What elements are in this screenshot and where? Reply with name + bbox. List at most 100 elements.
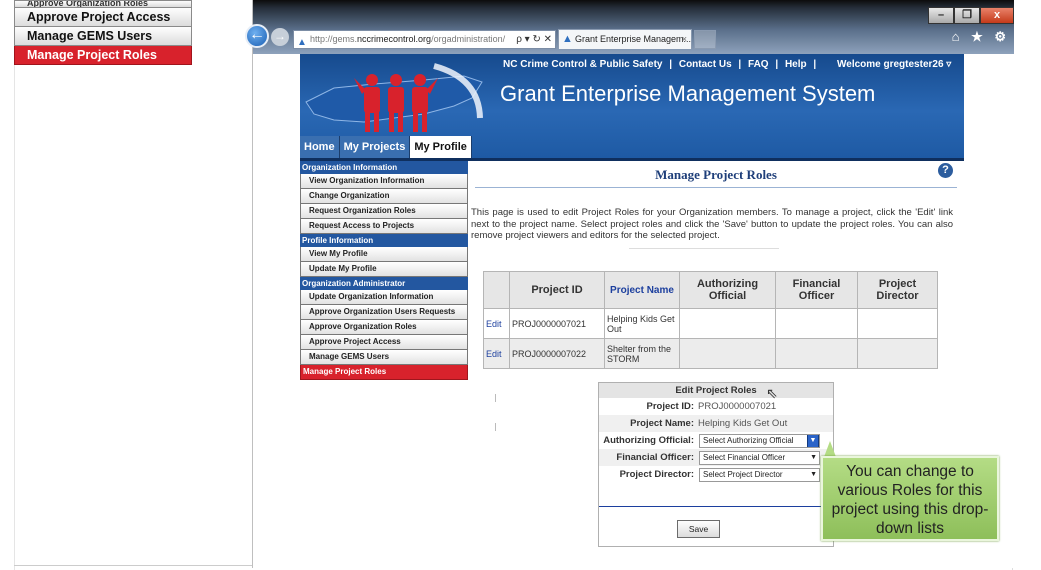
contact-us-link[interactable]: Contact Us bbox=[679, 59, 732, 70]
edit-cell: Edit bbox=[483, 308, 510, 339]
column-header-project-name[interactable]: Project Name bbox=[604, 271, 680, 309]
tab-favicon-icon: ▲ bbox=[562, 33, 573, 45]
chevron-down-icon[interactable]: ▼ bbox=[810, 469, 817, 481]
column-header-financial-officer: Financial Officer bbox=[775, 271, 858, 309]
divider-tick bbox=[495, 394, 496, 402]
divider-tick bbox=[495, 423, 496, 431]
project-name-cell: Helping Kids Get Out bbox=[604, 308, 680, 339]
project-director-select[interactable]: Select Project Director ▼ bbox=[699, 468, 820, 482]
mouse-cursor-icon: ⇖ bbox=[766, 385, 778, 401]
authorizing-official-cell bbox=[679, 338, 776, 369]
column-header-action bbox=[483, 271, 510, 309]
project-director-cell bbox=[857, 308, 938, 339]
top-links-separator: | bbox=[775, 59, 779, 70]
org-link[interactable]: NC Crime Control & Public Safety bbox=[503, 59, 662, 70]
top-links-separator: | bbox=[669, 59, 673, 70]
welcome-user-menu[interactable]: Welcome gregtester26 ▿ bbox=[837, 59, 951, 70]
url-domain: nccrimecontrol.org bbox=[357, 34, 432, 44]
top-links-separator: | bbox=[813, 59, 817, 70]
authorizing-official-select[interactable]: Select Authorizing Official ▼ bbox=[699, 434, 820, 448]
tab-title: Grant Enterprise Managem... bbox=[575, 34, 692, 44]
sidebar-item-update-profile[interactable]: Update My Profile bbox=[300, 262, 468, 277]
sidebar-heading-org-admin: Organization Administrator bbox=[300, 277, 468, 290]
address-bar[interactable]: ▲ http://gems.nccrimecontrol.org/orgadmi… bbox=[293, 30, 556, 49]
project-name-label: Project Name: bbox=[630, 418, 694, 429]
financial-officer-select[interactable]: Select Financial Officer ▼ bbox=[699, 451, 820, 465]
page-description: This page is used to edit Project Roles … bbox=[471, 207, 953, 241]
table-header-row: Project ID Project Name Authorizing Offi… bbox=[483, 271, 938, 309]
chevron-down-icon[interactable]: ▼ bbox=[807, 435, 819, 447]
top-links-separator: | bbox=[738, 59, 742, 70]
browser-tab[interactable]: ▲ Grant Enterprise Managem... × bbox=[558, 29, 692, 49]
sidebar-item-request-project-access[interactable]: Request Access to Projects bbox=[300, 219, 468, 234]
edit-panel-divider bbox=[599, 506, 835, 507]
project-roles-table: Project ID Project Name Authorizing Offi… bbox=[483, 271, 938, 369]
outer-left-border bbox=[14, 0, 15, 570]
sidebar-item-manage-project-roles[interactable]: Manage Project Roles bbox=[300, 365, 468, 380]
project-director-cell bbox=[857, 338, 938, 369]
site-title: Grant Enterprise Management System bbox=[500, 81, 876, 106]
sidebar-heading-profile-info: Profile Information bbox=[300, 234, 468, 247]
project-name-value: Helping Kids Get Out bbox=[698, 418, 788, 429]
forward-arrow-icon[interactable]: → bbox=[271, 28, 289, 46]
outer-menu-item-approve-org-roles[interactable]: Approve Organization Roles bbox=[14, 0, 192, 8]
toolbar-icons[interactable]: ⌂ ★ ⚙ bbox=[952, 29, 1010, 45]
project-name-cell: Shelter from the STORM bbox=[604, 338, 680, 369]
edit-project-roles-panel: Edit Project Roles Project ID: PROJ00000… bbox=[598, 382, 835, 547]
top-links: NC Crime Control & Public Safety | Conta… bbox=[503, 59, 958, 70]
edit-panel-title: Edit Project Roles bbox=[599, 383, 833, 398]
close-button[interactable]: x bbox=[980, 7, 1014, 24]
sidebar-item-approve-org-roles[interactable]: Approve Organization Roles bbox=[300, 320, 468, 335]
description-divider bbox=[629, 248, 779, 249]
faq-link[interactable]: FAQ bbox=[748, 59, 769, 70]
address-tools[interactable]: ρ ▾ ↻ ✕ bbox=[514, 31, 552, 48]
sidebar-item-view-profile[interactable]: View My Profile bbox=[300, 247, 468, 262]
outer-menu-item-manage-project-roles[interactable]: Manage Project Roles bbox=[14, 46, 192, 65]
url-prefix: http://gems. bbox=[310, 34, 358, 44]
sidebar-heading-org-info: Organization Information bbox=[300, 161, 468, 174]
edit-cell: Edit bbox=[483, 338, 510, 369]
outer-menu-item-manage-gems-users[interactable]: Manage GEMS Users bbox=[14, 27, 192, 46]
sidebar-item-manage-gems-users[interactable]: Manage GEMS Users bbox=[300, 350, 468, 365]
page-icon: ▲ bbox=[297, 37, 307, 48]
project-id-label: Project ID: bbox=[646, 401, 694, 412]
tab-close-icon[interactable]: × bbox=[682, 30, 687, 49]
project-director-label: Project Director: bbox=[619, 469, 694, 480]
chevron-down-icon[interactable]: ▼ bbox=[810, 452, 817, 464]
window-controls: – ❐ x bbox=[928, 7, 1014, 24]
authorizing-official-cell bbox=[679, 308, 776, 339]
sidebar-item-view-org-info[interactable]: View Organization Information bbox=[300, 174, 468, 189]
sidebar-item-update-org-info[interactable]: Update Organization Information bbox=[300, 290, 468, 305]
edit-link[interactable]: Edit bbox=[486, 349, 502, 359]
help-icon[interactable]: ? bbox=[938, 163, 953, 178]
column-header-project-director: Project Director bbox=[857, 271, 938, 309]
authorizing-official-label: Authorizing Official: bbox=[603, 435, 694, 446]
outer-admin-menu: Approve Organization Roles Approve Proje… bbox=[14, 0, 192, 65]
project-director-row: Project Director: Select Project Directo… bbox=[599, 466, 833, 483]
title-divider bbox=[475, 187, 957, 188]
tab-home[interactable]: Home bbox=[300, 136, 340, 158]
site-header: NC Crime Control & Public Safety | Conta… bbox=[300, 54, 964, 158]
financial-officer-cell bbox=[775, 308, 858, 339]
nc-map-logo-icon bbox=[305, 63, 483, 132]
outer-menu-item-approve-project-access[interactable]: Approve Project Access bbox=[14, 8, 192, 27]
tab-my-projects[interactable]: My Projects bbox=[339, 136, 411, 158]
project-name-row: Project Name: Helping Kids Get Out bbox=[599, 415, 833, 432]
edit-link[interactable]: Edit bbox=[486, 319, 502, 329]
sidebar-item-approve-user-requests[interactable]: Approve Organization Users Requests bbox=[300, 305, 468, 320]
column-header-project-id: Project ID bbox=[509, 271, 605, 309]
restore-button[interactable]: ❐ bbox=[954, 7, 980, 24]
project-id-cell: PROJ0000007021 bbox=[509, 308, 605, 339]
minimize-button[interactable]: – bbox=[928, 7, 954, 24]
sidebar-item-change-org[interactable]: Change Organization bbox=[300, 189, 468, 204]
tab-my-profile[interactable]: My Profile bbox=[410, 136, 472, 158]
new-tab-button[interactable] bbox=[694, 30, 716, 49]
financial-officer-row: Financial Officer: Select Financial Offi… bbox=[599, 449, 833, 466]
sidebar-item-request-org-roles[interactable]: Request Organization Roles bbox=[300, 204, 468, 219]
url-path: /orgadministration/ bbox=[431, 34, 506, 44]
save-button[interactable]: Save bbox=[677, 520, 720, 538]
back-arrow-icon[interactable]: ← bbox=[245, 24, 269, 48]
help-link[interactable]: Help bbox=[785, 59, 807, 70]
sidebar-item-approve-project-access[interactable]: Approve Project Access bbox=[300, 335, 468, 350]
page-title: Manage Project Roles bbox=[655, 167, 777, 182]
